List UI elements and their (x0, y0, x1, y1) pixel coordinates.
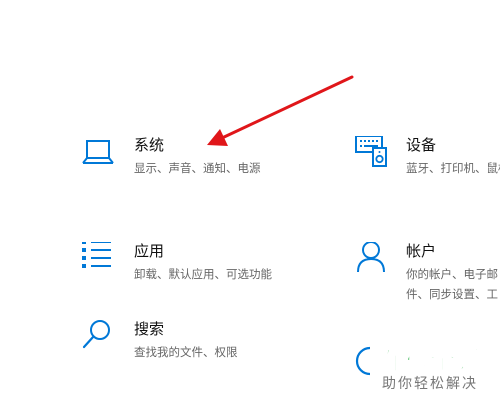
tile-title: 应用 (134, 242, 165, 260)
devices-icon (355, 136, 387, 167)
person-icon (357, 242, 385, 273)
app-list-icon (82, 242, 111, 268)
settings-tile-accounts[interactable]: 帐户 你的帐户、电子邮件、同步设置、工作、家庭 (354, 242, 500, 302)
tile-description: 你的帐户、电子邮件、同步设置、工作、家庭 (406, 267, 498, 301)
settings-tile-apps[interactable]: 应用 卸载、默认应用、可选功能 (82, 242, 302, 292)
tile-description: 查找我的文件、权限 (134, 345, 238, 359)
laptop-icon (82, 140, 114, 164)
partial-tile-icon (355, 346, 371, 376)
tile-title: 帐户 (406, 242, 437, 260)
watermark: 百科全说 助你轻松解决 (375, 341, 500, 403)
tile-description: 蓝牙、打印机、鼠标 (406, 161, 500, 175)
tile-description: 卸载、默认应用、可选功能 (134, 267, 272, 281)
settings-tile-search[interactable]: 搜索 查找我的文件、权限 (82, 320, 302, 390)
tile-title: 搜索 (134, 320, 165, 338)
tile-title: 系统 (134, 136, 165, 154)
tile-description: 显示、声音、通知、电源 (134, 161, 261, 175)
settings-tile-devices[interactable]: 设备 蓝牙、打印机、鼠标 (354, 136, 500, 186)
settings-tile-partial[interactable] (354, 342, 374, 382)
watermark-subtitle: 助你轻松解决 (382, 376, 478, 392)
settings-tile-system[interactable]: 系统 显示、声音、通知、电源 (82, 136, 302, 186)
search-icon (82, 320, 110, 349)
watermark-title: 百科全说 (375, 346, 485, 376)
tile-title: 设备 (406, 136, 437, 154)
